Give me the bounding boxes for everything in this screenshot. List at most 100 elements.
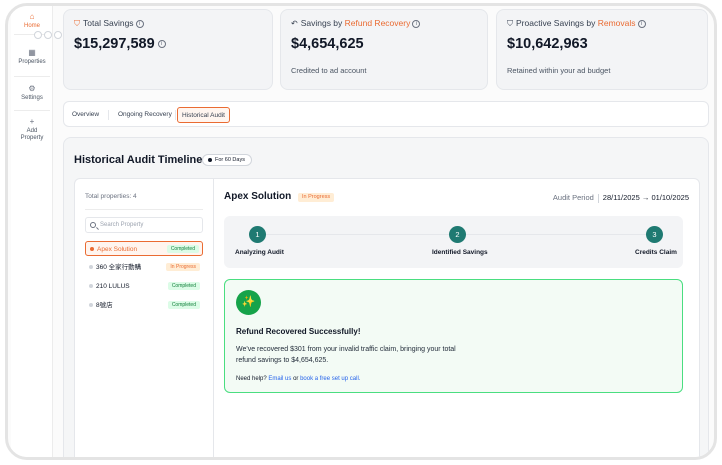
status-badge: In Progress — [166, 263, 200, 271]
search-icon — [90, 222, 96, 228]
stat-title: ⛉ Total Savings i — [74, 18, 144, 29]
stat-card-refund-recovery: ↶ Savings by Refund Recovery i $4,654,625 … — [280, 9, 488, 90]
status-dot — [90, 247, 94, 251]
info-icon[interactable]: i — [157, 40, 166, 49]
success-body: We've recovered $301 from your invalid t… — [236, 346, 456, 364]
stat-title-highlight: Removals — [597, 18, 636, 28]
window-dot[interactable] — [34, 31, 42, 39]
audit-period: Audit Period 28/11/2025 → 01/10/2025 — [553, 193, 689, 203]
property-name: 210 LULUS — [96, 283, 130, 290]
step-label: Analyzing Audit — [235, 249, 284, 256]
audit-period-start: 28/11/2025 — [602, 193, 640, 202]
undo-arrow-icon: ↶ — [291, 19, 298, 29]
divider — [14, 110, 50, 111]
shield-check-icon: ⛉ — [507, 18, 513, 28]
divider — [14, 76, 50, 77]
divider — [175, 110, 176, 120]
status-dot — [89, 265, 93, 269]
stat-title-text: Proactive Savings by — [516, 18, 598, 28]
search-input[interactable]: Search Property — [85, 217, 203, 233]
page-title: Historical Audit Timeline — [74, 154, 203, 166]
tab-ongoing-recovery[interactable]: Ongoing Recovery — [114, 107, 176, 123]
sidebar-item-properties[interactable]: ▦ Properties — [11, 48, 53, 65]
book-call-link[interactable]: book a free set up call. — [300, 376, 360, 382]
property-item-8-store[interactable]: 8號店 Completed — [85, 298, 203, 313]
stat-title-highlight: Refund Recovery — [344, 18, 411, 28]
progress-stepper: 1 Analyzing Audit 2 Identified Savings 3… — [224, 216, 683, 268]
property-name: 8號店 — [96, 302, 113, 309]
tab-bar: Overview Ongoing Recovery Historical Aud… — [63, 101, 709, 127]
stat-card-total-savings: ⛉ Total Savings i $15,297,589 i — [63, 9, 273, 90]
success-message-card: ✨ Refund Recovered Successfully! We've r… — [224, 279, 683, 393]
property-title: Apex Solution — [224, 191, 292, 202]
stat-title: ↶ Savings by Refund Recovery i — [291, 18, 421, 29]
status-badge: Completed — [167, 301, 200, 309]
window-dot[interactable] — [44, 31, 52, 39]
stat-value: $15,297,589 i — [74, 36, 166, 52]
sidebar-item-add-property[interactable]: + Add Property — [11, 117, 53, 142]
audit-container: Total properties: 4 Search Property Apex… — [74, 178, 700, 457]
info-icon[interactable]: i — [412, 19, 421, 28]
property-list-panel: Total properties: 4 Search Property Apex… — [75, 179, 214, 457]
info-icon[interactable]: i — [135, 19, 144, 28]
tab-overview[interactable]: Overview — [68, 107, 103, 123]
help-prefix: Need help? — [236, 376, 267, 382]
property-name: 360 全家行動購 — [96, 264, 142, 271]
property-item-210-lulus[interactable]: 210 LULUS Completed — [85, 279, 203, 294]
party-popper-icon: ✨ — [236, 290, 261, 315]
shield-icon: ⛉ — [74, 18, 80, 28]
stat-title-text: Savings by — [300, 18, 345, 28]
property-name: Apex Solution — [97, 246, 138, 253]
window-controls — [34, 26, 64, 44]
info-icon[interactable]: i — [637, 19, 646, 28]
date-range-pill[interactable]: For 60 Days — [202, 154, 252, 166]
divider — [85, 209, 203, 210]
stat-card-removals: ⛉ Proactive Savings by Removals i $10,642,… — [496, 9, 708, 90]
step-circle: 3 — [646, 226, 663, 243]
stat-subtitle: Credited to ad account — [291, 66, 367, 75]
step-label: Identified Savings — [432, 249, 488, 256]
app-window: ⌂ Home ▦ Properties ⚙ Settings + Add Pro… — [5, 3, 717, 460]
stat-title: ⛉ Proactive Savings by Removals i — [507, 18, 646, 29]
audit-period-end: 01/10/2025 — [651, 193, 689, 202]
gear-icon: ⚙ — [28, 84, 36, 93]
search-placeholder: Search Property — [100, 222, 144, 228]
sidebar-item-settings[interactable]: ⚙ Settings — [11, 84, 53, 101]
success-title: Refund Recovered Successfully! — [236, 327, 361, 336]
sidebar: ⌂ Home ▦ Properties ⚙ Settings + Add Pro… — [11, 6, 53, 457]
status-badge: In Progress — [298, 193, 335, 202]
stat-value-text: $4,654,625 — [291, 36, 364, 52]
stat-value-text: $15,297,589 — [74, 36, 155, 52]
email-us-link[interactable]: Email us — [268, 376, 291, 382]
status-badge: Completed — [167, 282, 200, 290]
property-item-360[interactable]: 360 全家行動購 In Progress — [85, 260, 203, 275]
step-circle: 2 — [449, 226, 466, 243]
window-dot[interactable] — [54, 31, 62, 39]
stat-subtitle: Retained within your ad budget — [507, 66, 611, 75]
divider — [597, 193, 599, 203]
stat-value-text: $10,642,963 — [507, 36, 588, 52]
sidebar-item-label: Properties — [18, 59, 46, 65]
stat-value: $10,642,963 — [507, 36, 588, 52]
grid-icon: ▦ — [28, 48, 36, 57]
stat-value: $4,654,625 — [291, 36, 364, 52]
plus-icon: + — [29, 117, 35, 126]
tab-historical-audit[interactable]: Historical Audit — [177, 107, 230, 123]
stat-title-text: Total Savings — [83, 18, 134, 28]
divider — [108, 110, 109, 120]
help-or: or — [293, 376, 299, 382]
historical-audit-panel: Historical Audit Timeline For 60 Days To… — [63, 137, 709, 457]
home-icon: ⌂ — [29, 12, 35, 21]
status-badge: Completed — [166, 245, 199, 253]
help-text: Need help? Email us or book a free set u… — [236, 376, 360, 382]
audit-period-label: Audit Period — [552, 193, 594, 202]
sidebar-item-label: Add Property — [20, 128, 44, 141]
arrow-right-icon: → — [641, 193, 650, 202]
status-dot — [89, 284, 93, 288]
property-detail: Apex Solution In Progress Audit Period 28… — [214, 179, 699, 457]
sidebar-item-label: Settings — [21, 95, 43, 101]
property-item-apex-solution[interactable]: Apex Solution Completed — [85, 241, 203, 256]
step-circle: 1 — [249, 226, 266, 243]
total-properties-count: Total properties: 4 — [85, 193, 137, 200]
step-label: Credits Claim — [635, 249, 677, 256]
